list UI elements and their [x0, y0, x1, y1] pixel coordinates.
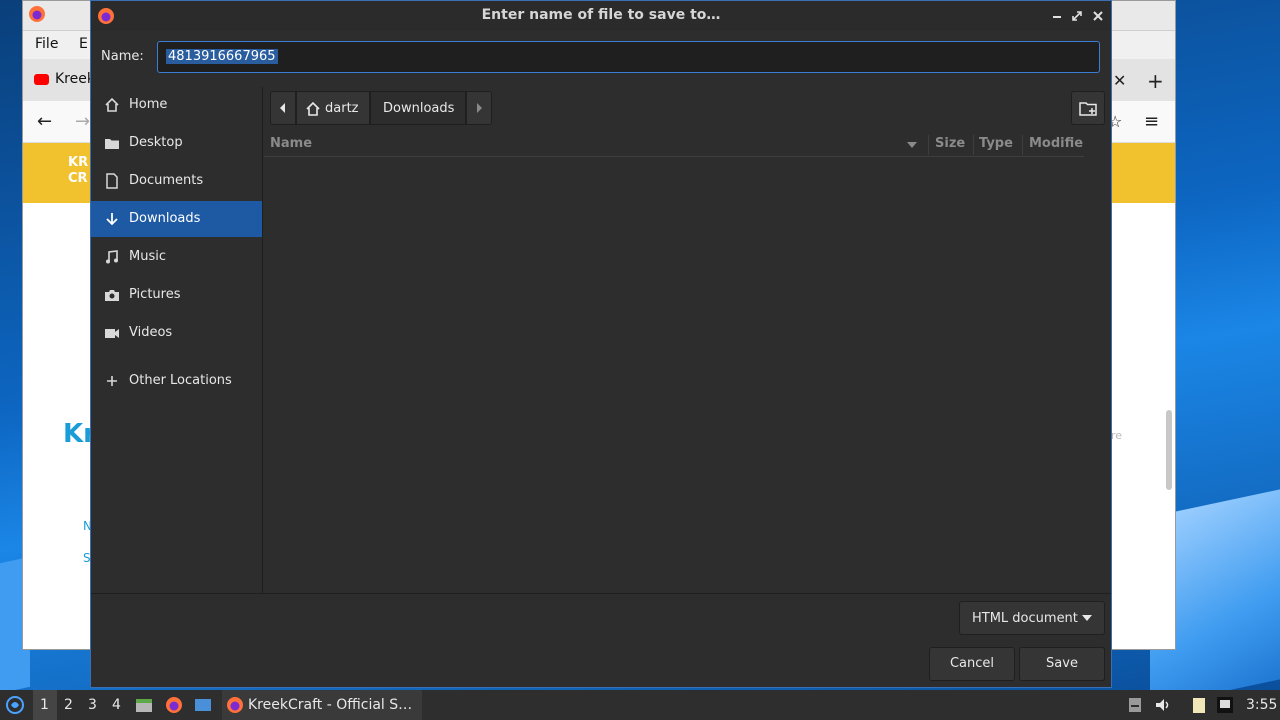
workspace-3[interactable]: 3 — [88, 697, 97, 713]
sidebar-item-label: Downloads — [129, 211, 201, 226]
close-icon — [1093, 11, 1103, 21]
sidebar-item-label: Pictures — [129, 287, 181, 302]
clock[interactable]: 3:55 — [1246, 697, 1277, 713]
path-current-label: Downloads — [383, 101, 455, 116]
save-file-dialog: Enter name of file to save to… Name: 481… — [90, 0, 1112, 688]
file-browser-pane: dartz Downloads Name Size Type Modifie — [264, 87, 1111, 593]
sidebar-item-label: Videos — [129, 325, 173, 340]
firefox-icon — [227, 697, 243, 713]
workspace-2[interactable]: 2 — [64, 697, 73, 713]
show-desktop-icon[interactable] — [194, 696, 212, 714]
volume-icon[interactable] — [1154, 696, 1172, 714]
youtube-icon — [34, 74, 49, 85]
file-type-filter-value: HTML document — [972, 611, 1078, 626]
banner-logo-line1: KR — [68, 155, 89, 170]
column-size[interactable]: Size — [935, 136, 965, 151]
column-separator — [1022, 135, 1023, 155]
sidebar-item-documents[interactable]: Documents — [91, 163, 262, 199]
sidebar-item-label: Desktop — [129, 135, 183, 150]
path-scroll-left-button[interactable] — [270, 91, 296, 125]
browser-tab-title[interactable]: Kreek — [55, 71, 95, 87]
back-icon[interactable]: ← — [37, 111, 52, 132]
sidebar-item-label: Other Locations — [129, 373, 232, 388]
path-button-current[interactable]: Downloads — [370, 91, 466, 125]
file-list-header: Name Size Type Modifie — [264, 133, 1084, 157]
new-folder-icon — [1079, 102, 1097, 116]
sidebar-item-other-locations[interactable]: Other Locations — [91, 363, 262, 399]
document-icon — [106, 173, 118, 189]
taskbar-task-firefox[interactable]: KreekCraft - Official S… — [222, 690, 422, 720]
file-type-filter[interactable]: HTML document — [959, 601, 1105, 635]
page-faint-text: re — [1111, 429, 1123, 442]
chevron-left-icon — [280, 103, 285, 113]
workspace-4[interactable]: 4 — [112, 697, 121, 713]
download-icon — [106, 213, 118, 226]
camera-icon — [105, 290, 119, 301]
new-tab-icon[interactable]: + — [1147, 69, 1164, 93]
close-tab-icon[interactable]: ✕ — [1113, 71, 1126, 90]
minimize-icon — [1053, 16, 1061, 18]
path-button-home[interactable]: dartz — [296, 91, 370, 125]
cancel-button[interactable]: Cancel — [929, 647, 1015, 681]
maximize-button[interactable] — [1067, 6, 1087, 26]
create-folder-button[interactable] — [1071, 91, 1105, 125]
folder-icon — [105, 139, 119, 149]
filename-row: Name: 4813916667965 — [91, 37, 1111, 79]
file-list[interactable] — [264, 157, 1084, 593]
dialog-titlebar[interactable]: Enter name of file to save to… — [91, 1, 1111, 31]
column-separator — [973, 135, 974, 155]
home-icon — [306, 101, 320, 116]
name-label: Name: — [101, 49, 144, 64]
file-list-scrollbar[interactable] — [1084, 157, 1111, 593]
column-name[interactable]: Name — [270, 136, 312, 151]
taskbar: 1 2 3 4 KreekCraft - Official S… 3:55 — [0, 690, 1280, 720]
taskbar-task-title: KreekCraft - Official S… — [248, 697, 413, 713]
firefox-icon — [29, 6, 45, 22]
browser-scrollbar-thumb[interactable] — [1166, 410, 1172, 490]
workspace-1[interactable]: 1 — [40, 697, 49, 713]
sidebar-item-music[interactable]: Music — [91, 239, 262, 275]
start-menu-icon[interactable] — [6, 696, 24, 714]
file-manager-icon[interactable] — [135, 696, 153, 714]
path-scroll-right-button[interactable] — [466, 91, 492, 125]
close-button[interactable] — [1088, 6, 1108, 26]
sidebar-item-home[interactable]: Home — [91, 87, 262, 123]
minimize-button[interactable] — [1047, 6, 1067, 26]
dialog-separator — [91, 593, 1111, 594]
column-type[interactable]: Type — [979, 136, 1013, 151]
sidebar-item-downloads[interactable]: Downloads — [91, 201, 262, 237]
sort-descending-icon[interactable] — [906, 140, 918, 150]
sidebar-item-label: Documents — [129, 173, 204, 188]
save-button[interactable]: Save — [1019, 647, 1105, 681]
filename-input[interactable]: 4813916667965 — [157, 41, 1100, 73]
home-icon — [105, 97, 119, 112]
path-home-label: dartz — [325, 101, 359, 116]
dialog-title: Enter name of file to save to… — [481, 7, 721, 23]
plus-icon — [107, 376, 117, 386]
places-sidebar: Home Desktop Documents Downloads Music P… — [91, 87, 263, 593]
forward-icon[interactable]: → — [75, 111, 90, 132]
column-modified[interactable]: Modifie — [1029, 136, 1083, 151]
firefox-icon[interactable] — [165, 696, 183, 714]
chevron-right-icon — [477, 103, 482, 113]
hamburger-menu-icon[interactable]: ≡ — [1144, 111, 1159, 132]
menu-file[interactable]: File — [35, 36, 58, 52]
filename-value[interactable]: 4813916667965 — [166, 49, 278, 64]
sidebar-item-label: Music — [129, 249, 166, 264]
clipboard-icon[interactable] — [1190, 696, 1208, 714]
music-icon — [106, 250, 118, 264]
column-separator — [928, 135, 929, 155]
sidebar-item-desktop[interactable]: Desktop — [91, 125, 262, 161]
sidebar-item-pictures[interactable]: Pictures — [91, 277, 262, 313]
tray-icon[interactable] — [1126, 696, 1144, 714]
maximize-icon — [1072, 11, 1082, 21]
network-icon[interactable] — [1216, 696, 1234, 714]
video-icon — [105, 329, 119, 338]
sidebar-item-label: Home — [129, 97, 168, 112]
banner-logo-line2: CR — [68, 171, 88, 186]
sidebar-item-videos[interactable]: Videos — [91, 315, 262, 351]
menu-edit[interactable]: E — [79, 36, 88, 52]
chevron-down-icon — [1082, 615, 1092, 621]
